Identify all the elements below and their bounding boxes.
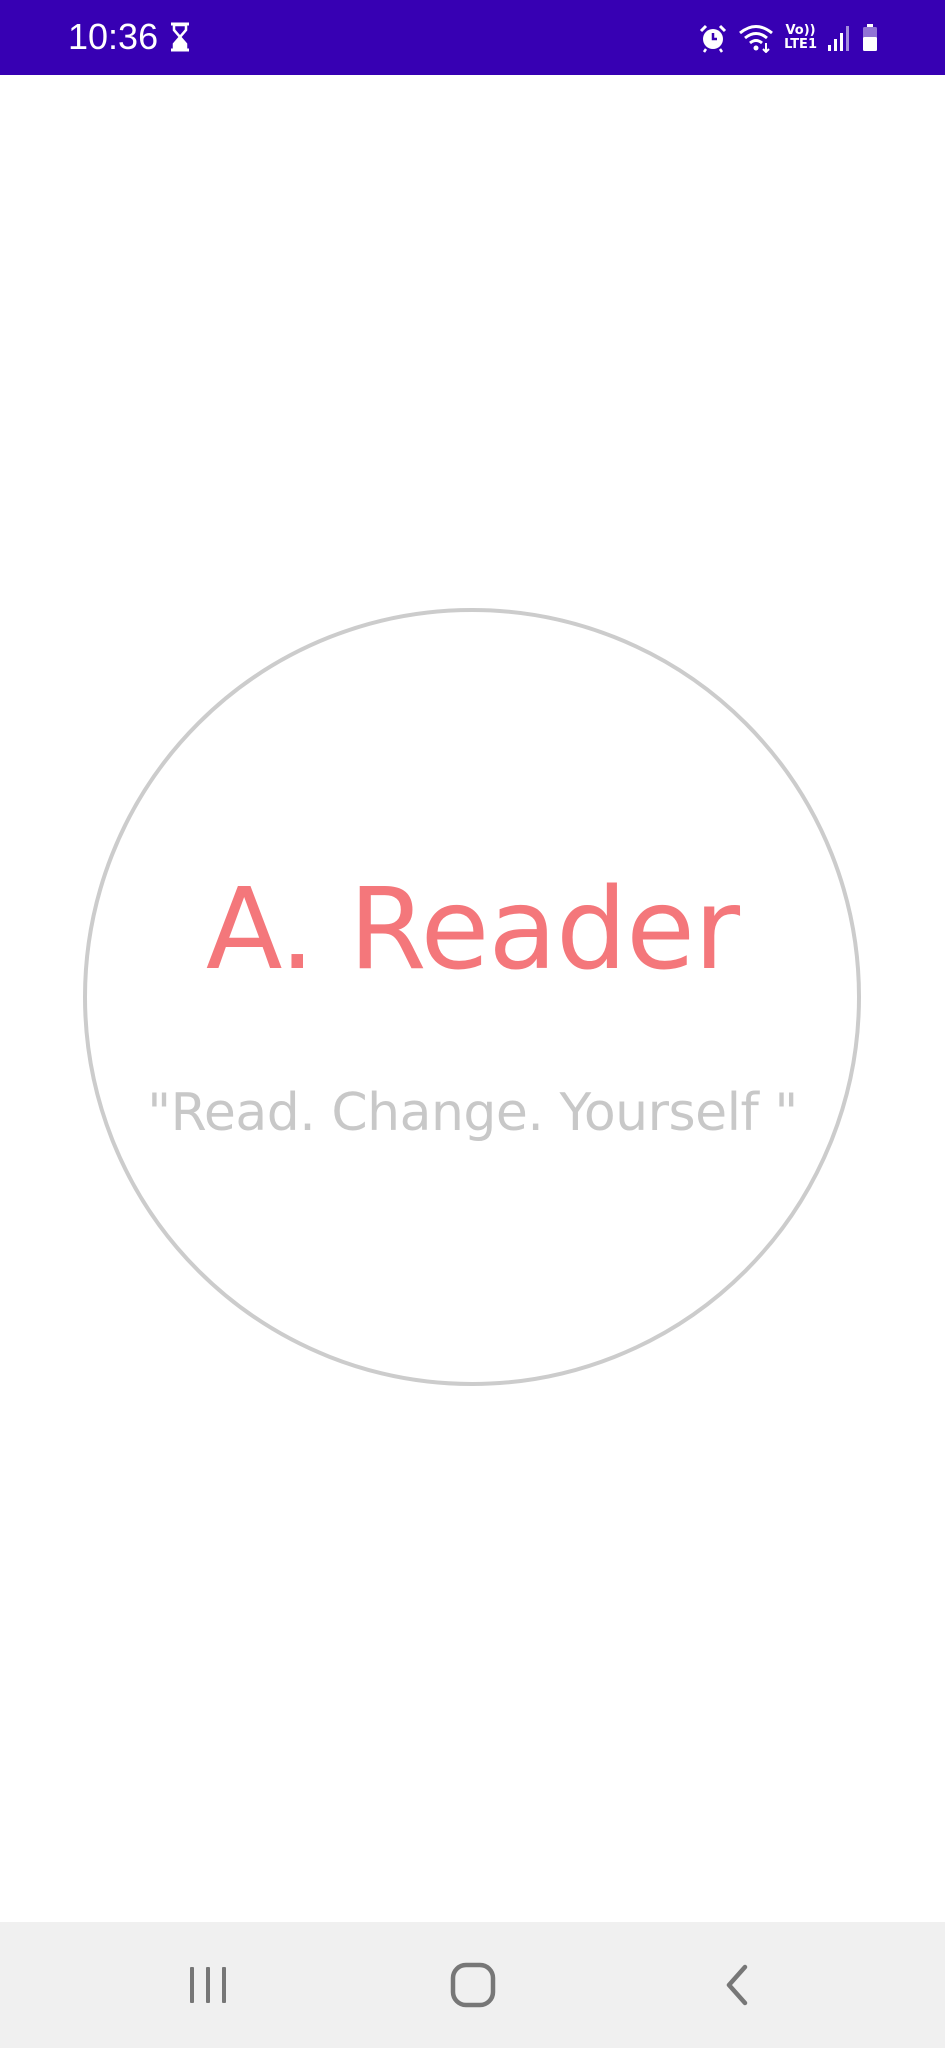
app-tagline: "Read. Change. Yourself " — [147, 1083, 798, 1143]
home-icon — [450, 1962, 496, 2008]
back-icon — [726, 1964, 748, 2006]
app-title: A. Reader — [205, 865, 740, 995]
signal-icon — [828, 26, 849, 51]
hourglass-icon — [171, 22, 189, 52]
lte-label: LTE1 — [784, 37, 817, 52]
alarm-icon — [700, 24, 727, 53]
status-time: 10:36 — [68, 16, 159, 57]
volte-label: Vo)) — [785, 23, 816, 38]
status-bar: 10:36 Vo)) LTE1 — [0, 0, 945, 75]
back-button[interactable] — [677, 1922, 797, 2048]
recents-icon — [190, 1967, 226, 2003]
volte-icon: Vo)) LTE1 — [784, 24, 817, 52]
recents-button[interactable] — [148, 1922, 268, 2048]
wifi-icon — [739, 25, 774, 53]
splash-screen: 10:36 Vo)) LTE1 A. Reader "Read. Change.… — [0, 0, 945, 2048]
status-icons: Vo)) LTE1 — [698, 18, 879, 58]
navigation-bar — [0, 1922, 945, 2048]
splash-logo-circle — [83, 608, 861, 1386]
battery-icon — [863, 24, 877, 51]
home-button[interactable] — [413, 1922, 533, 2048]
